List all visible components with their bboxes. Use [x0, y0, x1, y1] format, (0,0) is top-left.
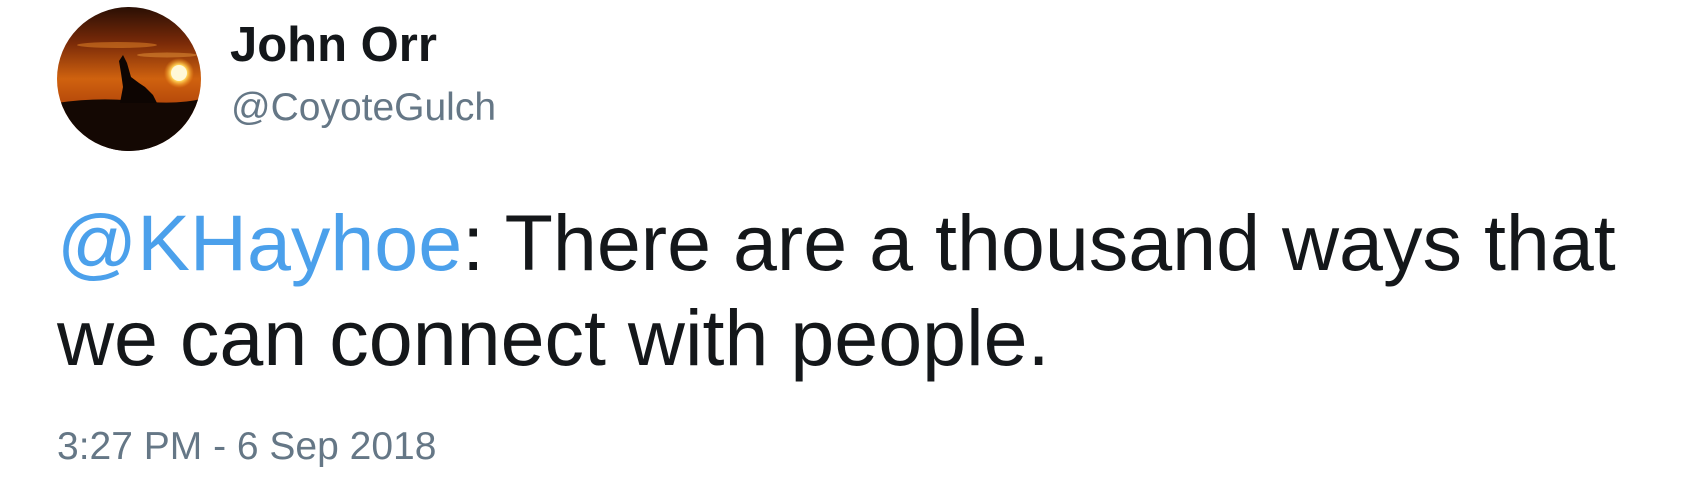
- mention-link[interactable]: @KHayhoe: [57, 198, 462, 287]
- avatar[interactable]: [57, 7, 201, 151]
- tweet-text: @KHayhoe: There are a thousand ways that…: [57, 195, 1687, 385]
- author-display-name[interactable]: John Orr: [230, 16, 437, 74]
- author-handle[interactable]: @CoyoteGulch: [231, 84, 496, 132]
- tweet-timestamp[interactable]: 3:27 PM - 6 Sep 2018: [57, 423, 436, 471]
- tweet-card: John Orr @CoyoteGulch @KHayhoe: There ar…: [0, 0, 1696, 490]
- coyote-sunset-icon: [57, 7, 201, 151]
